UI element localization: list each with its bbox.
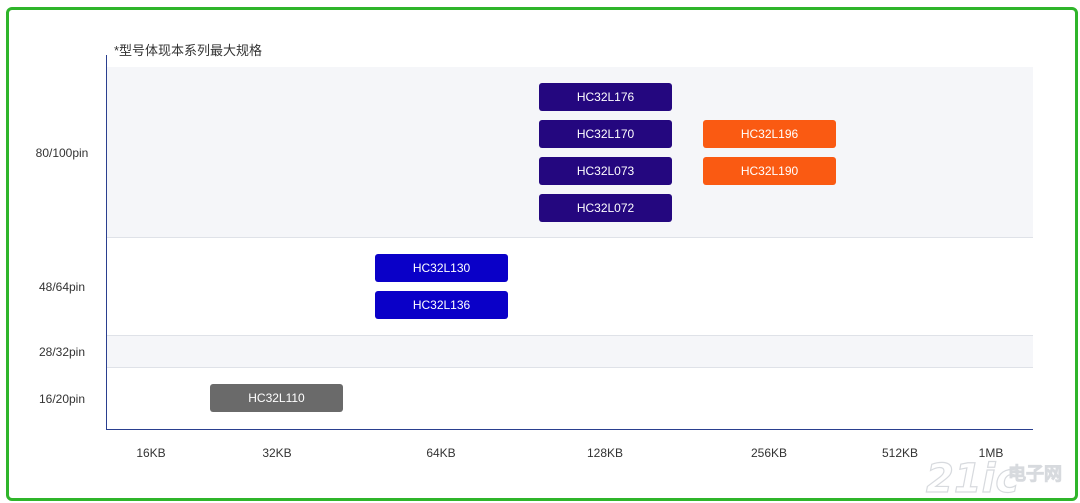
x-label-128kb: 128KB [586, 446, 624, 460]
svg-text:21ic: 21ic [926, 456, 1019, 498]
chip-hc32l190: HC32L190 [703, 157, 836, 185]
chip-hc32l073: HC32L073 [539, 157, 672, 185]
chip-hc32l136: HC32L136 [375, 291, 508, 319]
x-label-64kb: 64KB [426, 446, 456, 460]
x-label-32kb: 32KB [262, 446, 292, 460]
x-axis-line [106, 429, 1033, 430]
y-label-80-100pin: 80/100pin [35, 146, 89, 160]
watermark-logo: 21ic 电子网 [925, 455, 1062, 498]
x-label-256kb: 256KB [750, 446, 788, 460]
chip-hc32l170: HC32L170 [539, 120, 672, 148]
chip-hc32l176: HC32L176 [539, 83, 672, 111]
y-label-28-32pin: 28/32pin [38, 345, 86, 359]
footnote: *型号体现本系列最大规格 [114, 43, 263, 58]
y-axis-line [106, 55, 107, 430]
chip-hc32l110: HC32L110 [210, 384, 343, 412]
chip-hc32l072: HC32L072 [539, 194, 672, 222]
chip-hc32l130: HC32L130 [375, 254, 508, 282]
y-label-16-20pin: 16/20pin [38, 392, 86, 406]
y-label-48-64pin: 48/64pin [38, 280, 86, 294]
chip-hc32l196: HC32L196 [703, 120, 836, 148]
band-48-64pin [107, 237, 1033, 336]
x-label-16kb: 16KB [136, 446, 166, 460]
svg-text:电子网: 电子网 [1008, 463, 1062, 485]
band-28-32pin [107, 335, 1033, 368]
